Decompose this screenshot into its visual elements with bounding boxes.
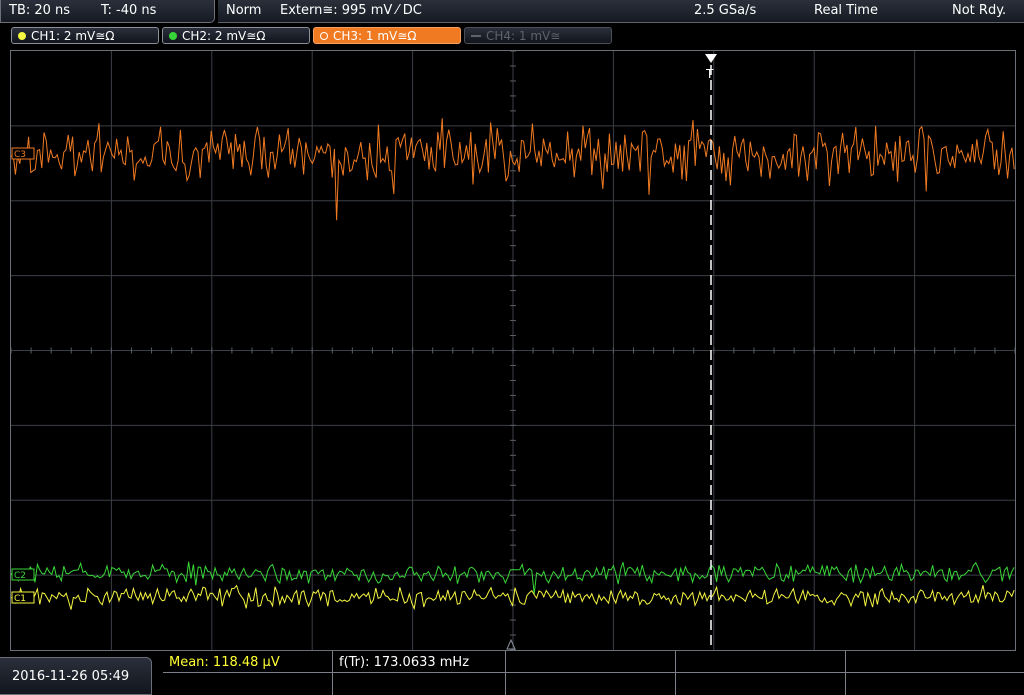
channel-4-label: CH4: 1 mV≅ [486, 28, 561, 43]
trigger-source: Extern≅: 995 mV ⁄ DC [280, 3, 422, 18]
measurement-slot-10[interactable] [846, 673, 1024, 695]
measurement-slot-6[interactable] [163, 673, 333, 695]
date-time-label: 2016-11-26 05:49 [12, 669, 130, 684]
channel-1-button[interactable]: CH1: 2 mV≅Ω [11, 27, 159, 44]
waveform-display[interactable]: T C3 C2 C1 [10, 50, 1016, 651]
measurement-slot-4[interactable] [676, 651, 846, 673]
channel-3-label: CH3: 1 mV≅Ω [333, 28, 417, 43]
channel-2-button[interactable]: CH2: 2 mV≅Ω [162, 27, 310, 44]
channel-4-button[interactable]: CH4: 1 mV≅ [464, 27, 612, 44]
timebase-label: TB: 20 ns [9, 3, 71, 18]
channel-2-marker-label: C2 [14, 571, 26, 581]
top-status-bar: TB: 20 ns T: -40 ns Norm Extern≅: 995 mV… [0, 0, 1024, 24]
channel-3-button[interactable]: CH3: 1 mV≅Ω [313, 27, 461, 44]
trigger-arrow-icon[interactable] [705, 54, 717, 63]
trigger-marker-label: T [705, 67, 714, 81]
mean-measurement[interactable]: Mean: 118.48 µV [163, 651, 333, 673]
measurement-table: Mean: 118.48 µV f(Tr): 173.0633 mHz [163, 651, 1024, 695]
measurement-slot-5[interactable] [846, 651, 1024, 673]
acquisition-status-strip[interactable]: Norm Extern≅: 995 mV ⁄ DC 2.5 GSa/s Real… [218, 0, 1024, 23]
waveform-canvas[interactable]: T C3 C2 C1 [11, 51, 1015, 650]
channel-1-marker-label: C1 [14, 594, 26, 604]
trigger-mode: Norm [226, 3, 262, 18]
measurement-slot-7[interactable] [333, 673, 506, 695]
channel-4-off-icon [471, 34, 481, 37]
channel-1-dot-icon [18, 31, 26, 40]
channel-2-level-marker[interactable]: C2 [11, 568, 35, 581]
channel-bar: CH1: 2 mV≅Ω CH2: 2 mV≅Ω CH3: 1 mV≅Ω CH4:… [0, 24, 1024, 48]
center-position-marker-icon [506, 638, 516, 650]
sample-rate: 2.5 GSa/s [694, 3, 757, 18]
bottom-bar: 2016-11-26 05:49 Mean: 118.48 µV f(Tr): … [0, 651, 1024, 695]
channel-3-marker-label: C3 [14, 150, 26, 160]
timebase-panel[interactable]: TB: 20 ns T: -40 ns [0, 0, 215, 23]
measurement-slot-8[interactable] [506, 673, 676, 695]
measurement-slot-3[interactable] [506, 651, 676, 673]
channel-2-dot-icon [169, 31, 177, 40]
channel-2-label: CH2: 2 mV≅Ω [182, 28, 266, 43]
channel-1-label: CH1: 2 mV≅Ω [31, 28, 115, 43]
acquisition-mode: Real Time [814, 3, 878, 18]
channel-3-level-marker[interactable]: C3 [11, 147, 35, 160]
date-time-panel[interactable]: 2016-11-26 05:49 [0, 657, 152, 695]
trigger-status: Not Rdy. [952, 3, 1007, 18]
channel-3-dot-icon [320, 31, 328, 40]
trigger-time-label: T: -40 ns [101, 3, 157, 18]
measurement-slot-9[interactable] [676, 673, 846, 695]
channel-1-level-marker[interactable]: C1 [11, 591, 35, 604]
frequency-measurement[interactable]: f(Tr): 173.0633 mHz [333, 651, 506, 673]
